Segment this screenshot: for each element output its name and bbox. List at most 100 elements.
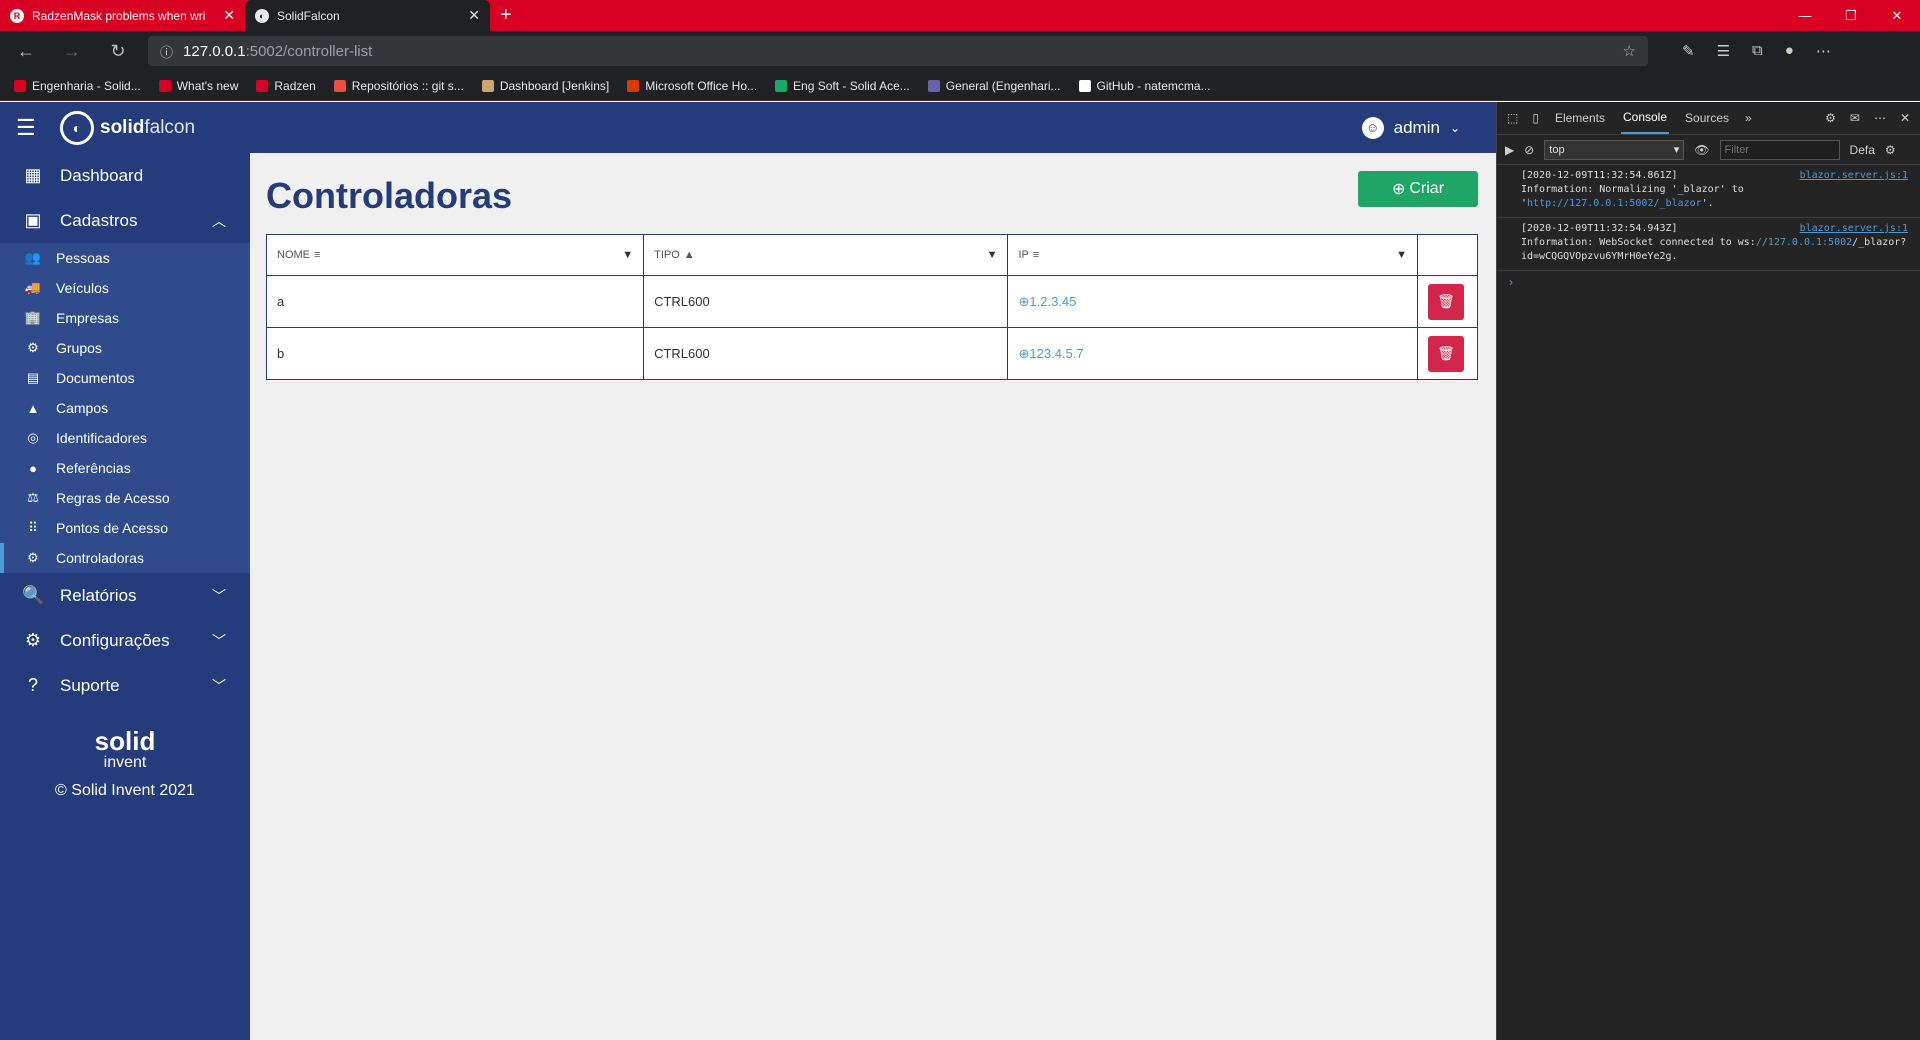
more-options-icon[interactable]: ⋯ [1874, 111, 1886, 125]
log-url-link[interactable]: //127.0.0.1:5002 [1756, 237, 1852, 248]
bookmark-favicon-icon [627, 79, 640, 92]
filter-icon[interactable]: ▼ [622, 249, 633, 261]
delete-button[interactable]: 🗑 [1428, 335, 1464, 372]
forward-icon[interactable]: → [56, 41, 88, 62]
column-header-nome[interactable]: NOME ≡ ▼ [265, 234, 645, 276]
bookmark-label: GitHub - natemcma... [1096, 78, 1211, 93]
clear-console-icon[interactable]: ⊘ [1524, 143, 1534, 157]
console-toolbar: ▶ ⊘ top▾ 👁 Defa ⚙ [1497, 135, 1920, 165]
sidebar-item-controladoras[interactable]: ⚙ Controladoras [0, 543, 250, 573]
sidebar-item-empresas[interactable]: 🏢 Empresas [0, 303, 250, 333]
bookmark-item[interactable]: Dashboard [Jenkins] [481, 79, 609, 93]
bookmark-item[interactable]: GitHub - natemcma... [1078, 78, 1211, 93]
sidebar-item-label: Campos [56, 400, 109, 416]
sidebar-item-pontos-de-acesso[interactable]: ⠿ Pontos de Acesso [0, 513, 250, 543]
nav-suporte[interactable]: ? Suporte ﹀ [0, 663, 250, 708]
sidebar-item-ve-culos[interactable]: 🚚 Veículos [0, 273, 250, 303]
sidebar-item-regras-de-acesso[interactable]: ⚖ Regras de Acesso [0, 483, 250, 513]
sidebar-item-pessoas[interactable]: 👥 Pessoas [0, 243, 250, 273]
back-icon[interactable]: ← [10, 41, 42, 62]
log-source-link[interactable]: blazor.server.js:1 [1800, 169, 1908, 183]
sidebar-item-campos[interactable]: ▲ Campos [0, 393, 250, 423]
device-toggle-icon[interactable]: ▯ [1532, 111, 1539, 125]
favorite-star-icon[interactable]: ☆ [1623, 42, 1636, 60]
favorites-icon[interactable]: ☰ [1717, 42, 1730, 60]
bookmark-item[interactable]: Microsoft Office Ho... [627, 79, 757, 93]
user-avatar-icon: ☺ [1361, 116, 1384, 139]
nav-cadastros[interactable]: ▣ Cadastros ︿ [0, 198, 250, 243]
bookmark-item[interactable]: Radzen [256, 79, 316, 93]
collections-icon[interactable]: ⧉ [1752, 42, 1763, 60]
ip-value: 1.2.3.45 [1029, 293, 1077, 309]
column-label: TIPO [654, 249, 680, 261]
console-log-entry: blazor.server.js:1 [2020-12-09T11:32:54.9… [1497, 218, 1920, 271]
trash-icon: 🗑 [1437, 293, 1455, 309]
sidebar-item-identificadores[interactable]: ◎ Identificadores [0, 423, 250, 453]
nav-relatorios[interactable]: 🔍 Relatórios ﹀ [0, 573, 250, 618]
more-tabs-icon[interactable]: » [1745, 111, 1752, 125]
profile-avatar-icon[interactable]: ● [1785, 42, 1794, 60]
tab-elements[interactable]: Elements [1553, 103, 1607, 133]
minimize-icon[interactable]: — [1782, 0, 1828, 31]
browser-tab[interactable]: R RadzenMask problems when wri ✕ [0, 0, 245, 31]
log-tail: '. [1701, 198, 1714, 209]
console-filter-input[interactable] [1719, 139, 1840, 160]
sidebar-item-refer-ncias[interactable]: ● Referências [0, 453, 250, 483]
gear-icon: ⚙ [24, 630, 42, 650]
table-row[interactable]: a CTRL600 ⊕1.2.3.45 🗑 [265, 275, 1478, 328]
brand-logo[interactable]: ◐ solidfalcon [60, 110, 195, 145]
close-tab-icon[interactable]: ✕ [223, 7, 235, 24]
more-menu-icon[interactable]: ⋯ [1816, 42, 1831, 60]
filter-icon[interactable]: ▼ [987, 249, 998, 261]
column-header-ip[interactable]: IP ≡ ▼ [1007, 234, 1418, 276]
bookmark-favicon-icon [14, 79, 26, 92]
nav-configuracoes[interactable]: ⚙ Configurações ﹀ [0, 618, 250, 663]
bookmark-item[interactable]: What's new [158, 79, 238, 93]
new-tab-button[interactable]: + [490, 0, 522, 31]
tab-sources[interactable]: Sources [1683, 103, 1731, 133]
browser-tab-active[interactable]: ◐ SolidFalcon ✕ [245, 0, 490, 31]
bookmark-item[interactable]: Engenharia - Solid... [14, 79, 141, 93]
close-devtools-icon[interactable]: ✕ [1900, 111, 1910, 125]
extension-icon[interactable]: ✎ [1682, 42, 1695, 60]
bookmark-item[interactable]: Repositórios :: git s... [333, 79, 464, 93]
sidebar-item-grupos[interactable]: ⚙ Grupos [0, 333, 250, 363]
user-menu[interactable]: ☺ admin ⌄ [1361, 116, 1460, 139]
create-button[interactable]: ⊕ Criar [1358, 171, 1478, 207]
log-source-link[interactable]: blazor.server.js:1 [1800, 222, 1908, 236]
delete-button[interactable]: 🗑 [1428, 283, 1464, 320]
hamburger-menu-icon[interactable]: ☰ [16, 115, 42, 141]
app-header: ☰ ◐ solidfalcon ☺ admin ⌄ [0, 102, 1496, 153]
sidebar-item-documentos[interactable]: ▤ Documentos [0, 363, 250, 393]
feedback-icon[interactable]: ✉ [1850, 111, 1860, 125]
context-select[interactable]: top ▾ [1544, 139, 1685, 160]
cell-nome: b [265, 327, 645, 380]
bookmark-item[interactable]: General (Engenhari... [927, 79, 1061, 93]
log-url-link[interactable]: http://127.0.0.1:5002/_blazor [1527, 198, 1702, 209]
filter-icon[interactable]: ▼ [1396, 249, 1407, 261]
sidebar-toggle-icon[interactable]: ▶ [1505, 143, 1514, 157]
column-header-tipo[interactable]: TIPO ▲ ▼ [643, 234, 1009, 276]
settings-gear-icon[interactable]: ⚙ [1825, 111, 1836, 125]
create-label: Criar [1409, 180, 1445, 197]
console-prompt[interactable]: › [1497, 271, 1920, 293]
inspect-icon[interactable]: ⬚ [1507, 111, 1518, 125]
close-tab-icon[interactable]: ✕ [468, 7, 480, 24]
eye-icon[interactable]: 👁 [1694, 143, 1709, 157]
contact-card-icon: ▣ [24, 210, 42, 230]
bookmark-favicon-icon [256, 79, 269, 92]
close-window-icon[interactable]: ✕ [1874, 0, 1920, 31]
column-label: NOME [277, 249, 310, 261]
nav-dashboard[interactable]: ▦ Dashboard [0, 153, 250, 198]
table-row[interactable]: b CTRL600 ⊕123.4.5.7 🗑 [265, 327, 1478, 380]
sidebar-item-label: Grupos [56, 340, 102, 356]
url-input[interactable]: ⓘ 127.0.0.1:5002/controller-list ☆ [148, 36, 1648, 66]
log-level-select[interactable]: Defa [1850, 143, 1875, 157]
restore-icon[interactable]: ❐ [1828, 0, 1874, 31]
info-icon[interactable]: ⓘ [160, 42, 173, 61]
reload-icon[interactable]: ↻ [102, 41, 134, 62]
console-settings-icon[interactable]: ⚙ [1885, 143, 1896, 157]
bookmark-item[interactable]: Eng Soft - Solid Ace... [775, 79, 910, 93]
nav-label: Suporte [60, 675, 120, 695]
tab-console[interactable]: Console [1620, 102, 1670, 134]
